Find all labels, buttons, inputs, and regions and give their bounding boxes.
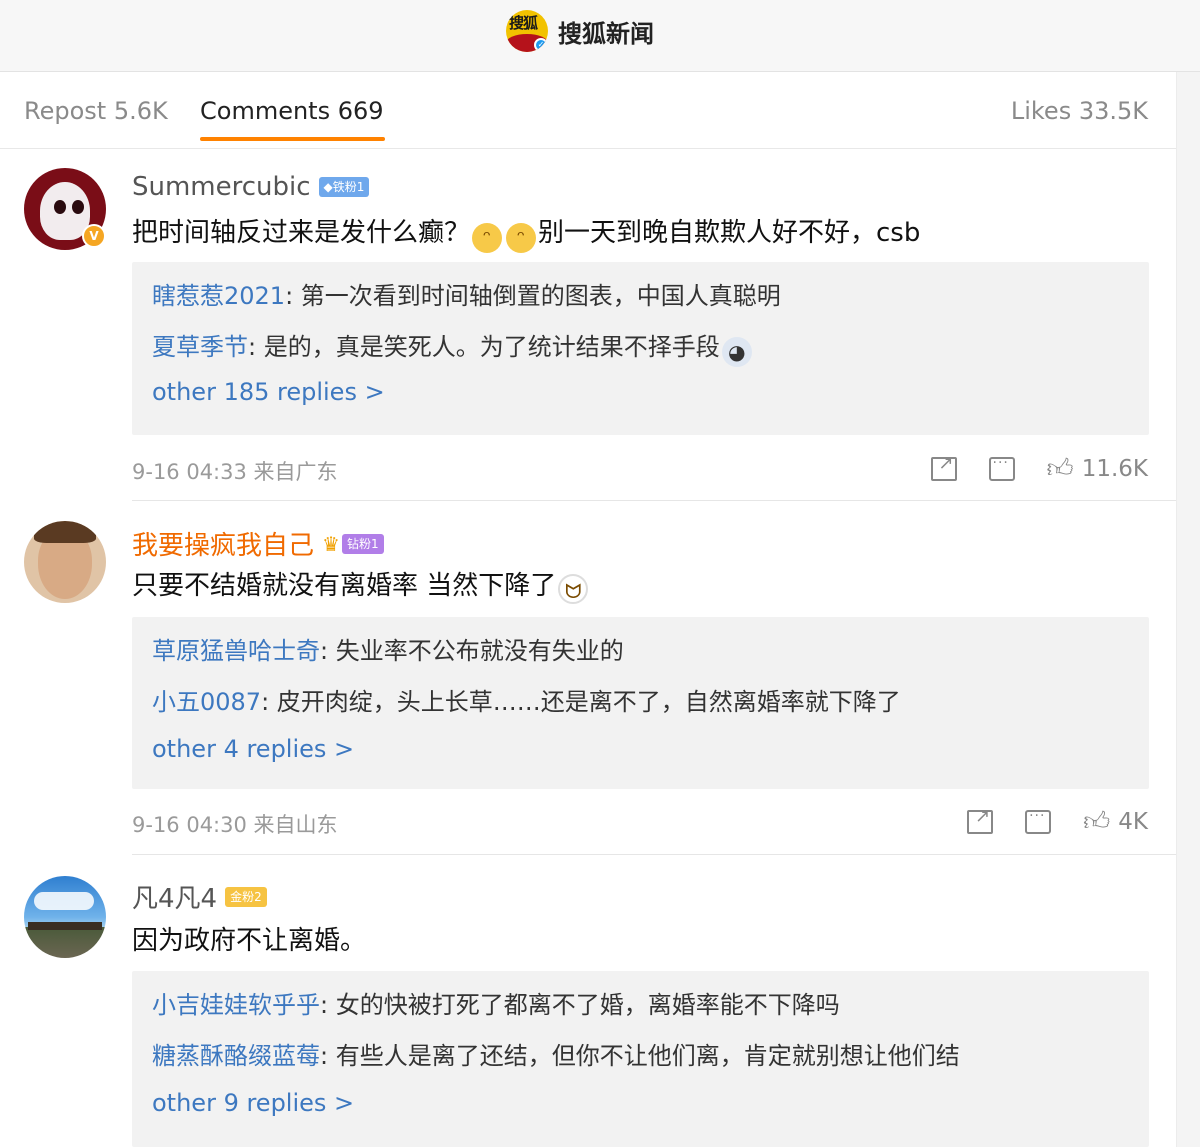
reply-username[interactable]: 小五0087 <box>152 688 261 716</box>
tab-bar: Repost 5.6K Comments 669 Likes 33.5K <box>0 73 1176 149</box>
crown-icon: ♛ <box>322 531 340 556</box>
comment-actions: 👍︎ 11.6K <box>899 453 1148 482</box>
reply-text: : 皮开肉绽，头上长草……还是离不了，自然离婚率就下降了 <box>261 688 901 716</box>
more-replies-link[interactable]: other 4 replies > <box>152 735 354 763</box>
reply-text: : 失业率不公布就没有失业的 <box>320 637 624 665</box>
comment-actions: 👍︎ 4K <box>935 806 1148 835</box>
reply-username[interactable]: 草原猛兽哈士奇 <box>152 637 320 665</box>
logo-text: 搜狐 <box>509 14 538 32</box>
comment-text-part: 把时间轴反过来是发什么癫？ <box>132 218 471 248</box>
smug-emoji-icon: ᵔ <box>506 223 537 253</box>
username[interactable]: Summercubic <box>132 172 311 202</box>
divider <box>132 854 1176 855</box>
comment-text: 把时间轴反过来是发什么癫？ ᵔ ᵔ 别一天到晚自欺欺人好不好，csb <box>132 212 920 253</box>
reply-item[interactable]: 草原猛兽哈士奇: 失业率不公布就没有失业的 <box>152 631 624 666</box>
scrollbar[interactable] <box>1176 72 1200 1147</box>
tab-likes[interactable]: Likes 33.5K <box>1011 97 1148 125</box>
reply-box: 小吉娃娃软乎乎: 女的快被打死了都离不了婚，离婚率能不下降吗 糖蒸酥酪缀蓝莓: … <box>132 971 1149 1147</box>
share-icon[interactable] <box>967 806 994 834</box>
app-header: 搜狐 ✓ 搜狐新闻 <box>0 0 1200 72</box>
reply-text: : 有些人是离了还结，但你不让他们离，肯定就别想让他们结 <box>320 1042 960 1070</box>
comment-text-part: 别一天到晚自欺欺人好不好，csb <box>538 218 921 248</box>
timestamp-location: 9-16 04:33 来自广东 <box>132 460 338 484</box>
reply-icon[interactable] <box>1025 808 1052 834</box>
reply-username[interactable]: 夏草季节 <box>152 333 248 361</box>
reply-box: 草原猛兽哈士奇: 失业率不公布就没有失业的 小五0087: 皮开肉绽，头上长草…… <box>132 617 1149 789</box>
more-replies-link[interactable]: other 185 replies > <box>152 378 385 406</box>
fan-badge: ◆铁粉1 <box>318 177 370 197</box>
reply-item[interactable]: 小五0087: 皮开肉绽，头上长草……还是离不了，自然离婚率就下降了 <box>152 682 901 717</box>
like-icon[interactable]: 👍︎ <box>1083 809 1110 835</box>
more-replies-link[interactable]: other 9 replies > <box>152 1089 354 1117</box>
grin-emoji-icon: ᗢ <box>558 574 589 604</box>
reply-item[interactable]: 小吉娃娃软乎乎: 女的快被打死了都离不了婚，离婚率能不下降吗 <box>152 985 840 1020</box>
username[interactable]: 凡4凡4 <box>132 878 217 915</box>
share-icon[interactable] <box>930 453 957 481</box>
active-tab-indicator <box>200 137 385 141</box>
like-count: 4K <box>1118 809 1148 835</box>
tab-repost[interactable]: Repost 5.6K <box>24 97 168 125</box>
comment-text-part: 只要不结婚就没有离婚率 当然下降了 <box>132 571 557 601</box>
comment-text: 只要不结婚就没有离婚率 当然下降了 ᗢ <box>132 565 590 604</box>
husky-emoji-icon: ◕ <box>721 337 752 367</box>
reply-text: : 女的快被打死了都离不了婚，离婚率能不下降吗 <box>320 991 840 1019</box>
comment-text: 因为政府不让离婚。 <box>132 926 367 956</box>
reply-item[interactable]: 夏草季节: 是的，真是笑死人。为了统计结果不择手段 ◕ <box>152 327 754 367</box>
reply-box: 瞎惹惹2021: 第一次看到时间轴倒置的图表，中国人真聪明 夏草季节: 是的，真… <box>132 262 1149 435</box>
reply-icon[interactable] <box>988 455 1015 481</box>
reply-username[interactable]: 小吉娃娃软乎乎 <box>152 991 320 1019</box>
like-count: 11.6K <box>1081 456 1148 482</box>
like-icon[interactable]: 👍︎ <box>1047 456 1074 482</box>
reply-username[interactable]: 糖蒸酥酪缀蓝莓 <box>152 1042 320 1070</box>
reply-item[interactable]: 糖蒸酥酪缀蓝莓: 有些人是离了还结，但你不让他们离，肯定就别想让他们结 <box>152 1036 960 1071</box>
sohu-logo-icon: 搜狐 ✓ <box>506 10 548 52</box>
verified-badge-icon: V <box>82 224 106 248</box>
tab-comments[interactable]: Comments 669 <box>200 97 384 125</box>
timestamp-location: 9-16 04:30 来自山东 <box>132 813 338 837</box>
reply-text: : 第一次看到时间轴倒置的图表，中国人真聪明 <box>285 282 781 310</box>
brand[interactable]: 搜狐 ✓ 搜狐新闻 <box>506 10 654 52</box>
divider <box>132 500 1176 501</box>
reply-username[interactable]: 瞎惹惹2021 <box>152 282 285 310</box>
smug-emoji-icon: ᵔ <box>472 223 503 253</box>
avatar[interactable] <box>24 876 106 958</box>
brand-name: 搜狐新闻 <box>558 19 654 48</box>
fan-badge: 钻粉1 <box>341 533 384 554</box>
username[interactable]: 我要操疯我自己 <box>132 525 314 562</box>
avatar[interactable] <box>24 521 106 603</box>
fan-badge: 金粉2 <box>225 886 267 907</box>
reply-item[interactable]: 瞎惹惹2021: 第一次看到时间轴倒置的图表，中国人真聪明 <box>152 276 781 311</box>
verified-icon: ✓ <box>534 38 548 52</box>
reply-text: : 是的，真是笑死人。为了统计结果不择手段 <box>248 333 720 361</box>
